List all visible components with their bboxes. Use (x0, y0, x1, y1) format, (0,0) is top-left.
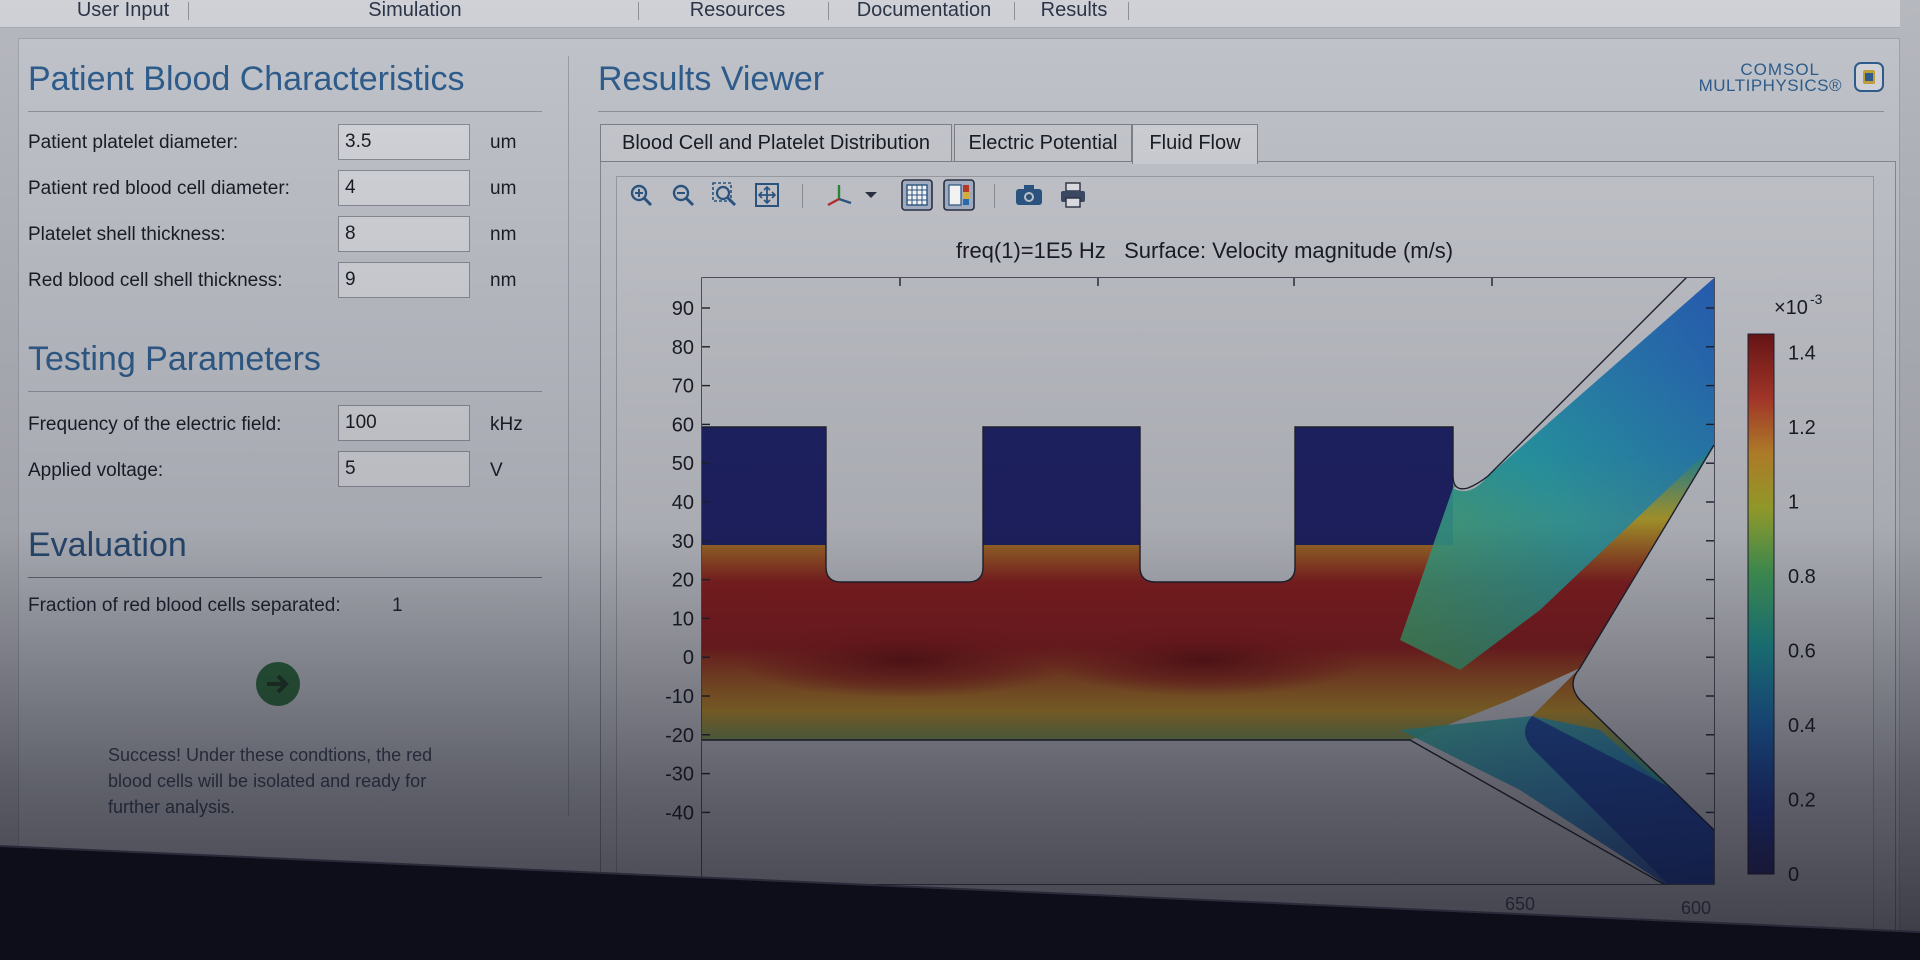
flow-domain (702, 278, 1714, 884)
logo-text-line2: MULTIPHYSICS® (1698, 76, 1842, 95)
zoom-extents-icon[interactable] (752, 180, 782, 210)
rbc-diameter-label: Patient red blood cell diameter: (28, 178, 290, 199)
colorbar-tick-label: 0.6 (1788, 641, 1816, 663)
colorbar-tick-label: 1 (1788, 492, 1799, 514)
platelet-diameter-unit: um (490, 132, 517, 153)
evaluation-title: Evaluation (28, 526, 187, 564)
menu-separator (638, 2, 639, 20)
tab-electric-potential[interactable]: Electric Potential (954, 124, 1132, 162)
blood-characteristics-title: Patient Blood Characteristics (28, 60, 465, 98)
velocity-plot[interactable]: 9080706050403020100-10-20-30-40 650 600 … (640, 270, 1860, 930)
toolbar-separator (802, 184, 803, 208)
rbc-diameter-input[interactable]: 4 (338, 170, 470, 206)
y-tick-label: 80 (672, 337, 694, 359)
zoom-box-icon[interactable] (710, 180, 740, 210)
colorbar-axis: 1.4 1.2 1 0.8 0.6 0.4 0.2 0 (1788, 343, 1816, 886)
color-legend-icon[interactable] (942, 178, 976, 212)
voltage-label: Applied voltage: (28, 460, 164, 481)
x-tick-label: 650 (1505, 894, 1535, 914)
success-arrow-icon (256, 662, 300, 706)
results-viewer-title: Results Viewer (598, 60, 825, 98)
y-tick-label: 60 (672, 414, 694, 436)
axis-orientation-icon[interactable] (824, 180, 854, 210)
y-tick-label: -20 (665, 725, 694, 747)
section-divider (28, 577, 542, 578)
y-tick-label: -30 (665, 764, 694, 786)
tab-blood-cell-distribution[interactable]: Blood Cell and Platelet Distribution (600, 124, 952, 162)
y-tick-label: 30 (672, 531, 694, 553)
y-tick-label: 50 (672, 453, 694, 475)
menu-user-input[interactable]: User Input (58, 0, 188, 28)
zoom-in-icon[interactable] (626, 180, 656, 210)
section-divider (28, 111, 542, 112)
menu-separator (188, 2, 189, 20)
rbc-fraction-value: 1 (392, 595, 403, 616)
comsol-badge-icon (1854, 62, 1884, 92)
frequency-label: Frequency of the electric field: (28, 414, 282, 435)
app-window: User Input Simulation Resources Document… (0, 0, 1920, 960)
platelet-shell-input[interactable]: 8 (338, 216, 470, 252)
voltage-input[interactable]: 5 (338, 451, 470, 487)
menu-separator (1128, 2, 1129, 20)
y-tick-label: -10 (665, 686, 694, 708)
colorbar-tick-label: 0 (1788, 864, 1799, 886)
camera-icon[interactable] (1014, 180, 1044, 210)
voltage-unit: V (490, 460, 503, 481)
platelet-diameter-input[interactable]: 3.5 (338, 124, 470, 160)
menu-separator (828, 2, 829, 20)
y-tick-label: 0 (683, 647, 694, 669)
y-tick-label: 90 (672, 298, 694, 320)
platelet-shell-unit: nm (490, 224, 517, 245)
y-tick-label: 70 (672, 376, 694, 398)
colorbar-tick-label: 1.2 (1788, 417, 1816, 439)
grid-icon[interactable] (900, 178, 934, 212)
menu-results[interactable]: Results (1032, 0, 1116, 28)
panel-divider (568, 56, 569, 816)
colorbar-exponent-power: -3 (1810, 291, 1823, 307)
section-divider (598, 111, 1884, 112)
menu-resources[interactable]: Resources (680, 0, 795, 28)
success-message: Success! Under these condtions, the red … (108, 745, 433, 817)
menu-separator (1014, 2, 1015, 20)
rbc-shell-input[interactable]: 9 (338, 262, 470, 298)
tab-fluid-flow[interactable]: Fluid Flow (1132, 124, 1258, 164)
menu-bar: User Input Simulation Resources Document… (0, 0, 1900, 28)
colorbar-tick-label: 0.2 (1788, 790, 1816, 812)
y-tick-label: 40 (672, 492, 694, 514)
menu-documentation[interactable]: Documentation (848, 0, 1000, 28)
zoom-out-icon[interactable] (668, 180, 698, 210)
y-tick-label: 10 (672, 608, 694, 630)
platelet-diameter-label: Patient platelet diameter: (28, 132, 239, 153)
frequency-input[interactable]: 100 (338, 405, 470, 441)
rbc-shell-unit: nm (490, 270, 517, 291)
rbc-diameter-unit: um (490, 178, 517, 199)
colorbar-tick-label: 0.8 (1788, 566, 1816, 588)
print-icon[interactable] (1058, 180, 1088, 210)
colorbar (1747, 333, 1775, 875)
platelet-shell-label: Platelet shell thickness: (28, 224, 226, 245)
dropdown-arrow-icon[interactable] (862, 180, 880, 210)
testing-parameters-title: Testing Parameters (28, 340, 321, 378)
section-divider (28, 391, 542, 392)
x-tick-label: 600 (1681, 898, 1711, 918)
rbc-shell-label: Red blood cell shell thickness: (28, 270, 283, 291)
frequency-unit: kHz (490, 414, 523, 435)
colorbar-tick-label: 1.4 (1788, 343, 1816, 365)
colorbar-tick-label: 0.4 (1788, 715, 1816, 737)
toolbar-separator (994, 184, 995, 208)
plot-title: freq(1)=1E5 Hz Surface: Velocity magnitu… (956, 238, 1454, 263)
rbc-fraction-label: Fraction of red blood cells separated: (28, 595, 341, 616)
y-tick-label: -40 (665, 802, 694, 824)
colorbar-exponent: ×10 (1774, 297, 1808, 319)
menu-simulation[interactable]: Simulation (345, 0, 485, 28)
y-tick-label: 20 (672, 570, 694, 592)
comsol-logo: COMSOL MULTIPHYSICS® (1660, 58, 1884, 98)
